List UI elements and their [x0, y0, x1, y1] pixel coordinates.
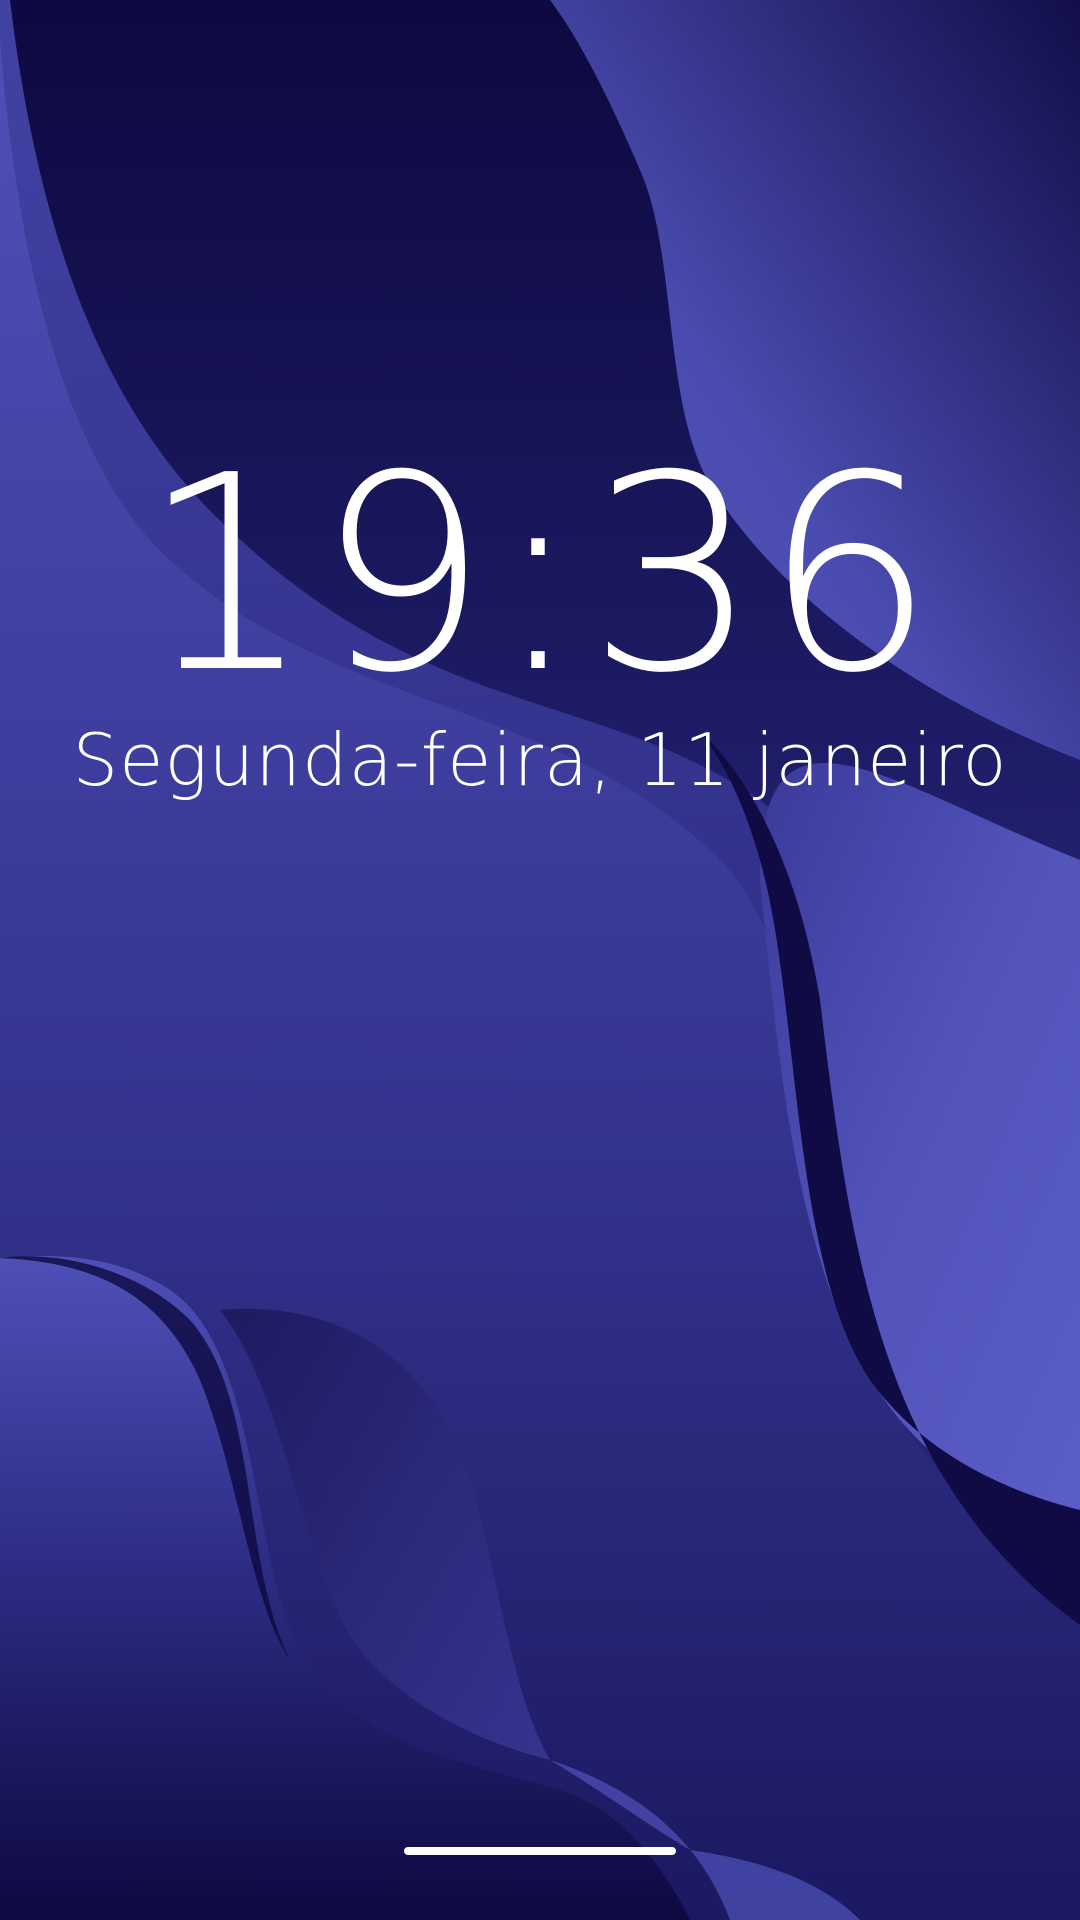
lock-screen: 19:36 Segunda-feira, 11 janeiro: [0, 0, 1080, 1920]
wallpaper: [0, 0, 1080, 1920]
lock-screen-clock: 19:36: [140, 417, 940, 732]
home-indicator[interactable]: [404, 1847, 676, 1855]
lock-screen-date: Segunda-feira, 11 janeiro: [72, 718, 1008, 802]
